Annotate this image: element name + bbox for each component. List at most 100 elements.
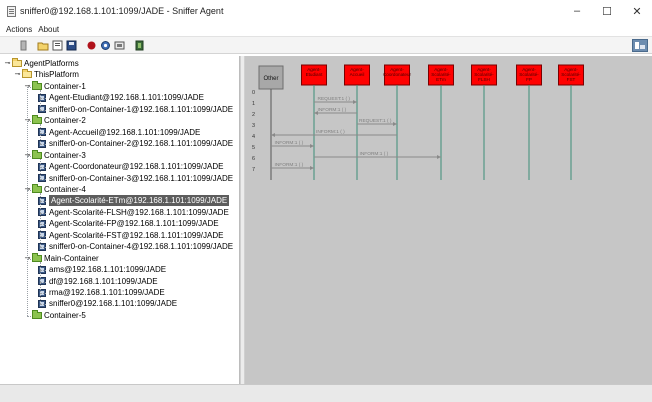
tree-node-label: Agent-Scolarité-FST@192.168.1.101:1099/J… <box>49 230 224 240</box>
tree-node-label: ams@192.168.1.101:1099/JADE <box>49 265 167 275</box>
message-label: INFORM:1 ( ) <box>275 140 304 146</box>
tree-node-label: Container-2 <box>44 116 86 126</box>
filter-icon[interactable] <box>99 39 111 51</box>
tree-agent-item[interactable]: Agent-Scolarité-ETm@192.168.1.101:1099/J… <box>38 195 230 207</box>
agent-box-label-line: Accueil <box>350 72 365 77</box>
message-row-number: 6 <box>252 156 255 162</box>
agent-box-label: Agent-Accueil <box>350 67 365 77</box>
tree-agent-item[interactable]: df@192.168.1.101:1099/JADE <box>38 276 158 287</box>
agent-box-label: Agent-Etudiant <box>306 67 324 77</box>
tree-agent-item[interactable]: sniffer0-on-Container-1@192.168.1.101:10… <box>38 104 233 115</box>
expand-handle-icon[interactable]: ⊸ <box>4 58 11 69</box>
message-label: REQUEST:1 ( ) <box>318 96 351 102</box>
message-row-number: 4 <box>252 134 255 140</box>
window-title: sniffer0@192.168.1.101:1099/JADE - Sniff… <box>20 6 224 16</box>
message-row-number: 3 <box>252 123 255 129</box>
record-icon[interactable] <box>85 39 97 51</box>
sniffer-canvas: Other Agent-Etudiant Agent-Accueil Agent-Co… <box>245 56 652 384</box>
tree-node-label: sniffer0@192.168.1.101:1099/JADE <box>49 299 178 309</box>
tree-agent-item[interactable]: sniffer0@192.168.1.101:1099/JADE <box>38 298 177 309</box>
tree-folder-item[interactable]: ⊸ AgentPlatforms <box>4 58 79 69</box>
agent-box-label-line: Etudiant <box>306 72 324 77</box>
sequence-diagram: OtherAgent-EtudiantAgent-AccueilAgent-Co… <box>252 64 584 180</box>
agent-box-label-line: FST <box>567 77 576 82</box>
tree-agent-item[interactable]: sniffer0-on-Container-4@192.168.1.101:10… <box>38 241 233 252</box>
folder-icon <box>32 183 42 193</box>
folder-icon <box>32 149 42 159</box>
message-label: REQUEST:1 ( ) <box>359 118 392 124</box>
tree-folder-item[interactable]: Container-5 <box>24 309 86 321</box>
folder-open-icon[interactable] <box>37 39 49 51</box>
close-button[interactable]: ✕ <box>622 0 652 22</box>
menu-actions[interactable]: Actions <box>6 25 32 34</box>
tree-agent-item[interactable]: Agent-Coordonateur@192.168.1.101:1099/JA… <box>38 161 223 172</box>
toolbar <box>0 36 652 54</box>
tree-node-label: Container-4 <box>44 184 86 194</box>
folder-icon <box>12 58 22 67</box>
tree-node-label: ThisPlatform <box>34 70 79 80</box>
menu-bar: Actions About <box>0 22 652 36</box>
tree-node-label: Agent-Scolarité-FP@192.168.1.101:1099/JA… <box>49 219 219 229</box>
tree-agent-item[interactable]: Agent-Etudiant@192.168.1.101:1099/JADE <box>38 92 204 103</box>
message-row-number: 0 <box>252 90 255 96</box>
tree-folder-item[interactable]: ⊸ Container-2 <box>24 115 86 126</box>
tree-node-label: sniffer0-on-Container-3@192.168.1.101:10… <box>49 173 234 183</box>
message-label: INFORM:1 ( ) <box>316 129 345 135</box>
minimize-button[interactable]: – <box>562 0 592 22</box>
tree-node-label: sniffer0-on-Container-4@192.168.1.101:10… <box>49 242 234 252</box>
tree-agent-item[interactable]: rma@192.168.1.101:1099/JADE <box>38 287 165 298</box>
tree-folder-item[interactable]: ⊸ Container-3 <box>24 149 86 161</box>
folder-icon <box>32 80 42 90</box>
save-doc-icon[interactable] <box>51 39 63 51</box>
disk-icon[interactable] <box>65 39 77 51</box>
message-icon[interactable] <box>113 39 125 51</box>
folder-icon <box>32 252 42 262</box>
tree-agent-item[interactable]: sniffer0-on-Container-3@192.168.1.101:10… <box>38 173 233 184</box>
tree-node-label: df@192.168.1.101:1099/JADE <box>49 276 158 286</box>
agent-box-label-line: Coordonateur <box>383 72 412 77</box>
tree-agent-item[interactable]: Agent-Accueil@192.168.1.101:1099/JADE <box>38 127 200 138</box>
arrow-head <box>353 100 357 104</box>
maximize-button[interactable]: ☐ <box>592 0 622 22</box>
arrow-head <box>437 155 441 159</box>
message-row-number: 2 <box>252 112 255 118</box>
tree-node-label: sniffer0-on-Container-2@192.168.1.101:10… <box>49 139 234 149</box>
tree-agent-item[interactable]: Agent-Scolarité-FLSH@192.168.1.101:1099/… <box>38 207 229 218</box>
message-label: INFORM:1 ( ) <box>318 107 347 113</box>
message-label: INFORM:1 ( ) <box>360 151 389 157</box>
tree-node-label: Agent-Etudiant@192.168.1.101:1099/JADE <box>49 93 204 103</box>
clear-icon[interactable] <box>17 39 29 51</box>
tree-node-label: Main-Container <box>44 253 99 263</box>
tree-folder-item[interactable]: ⊸ ThisPlatform <box>14 69 79 80</box>
exit-icon[interactable] <box>133 39 145 51</box>
tree-node-label: sniffer0-on-Container-1@192.168.1.101:10… <box>49 104 234 114</box>
folder-icon <box>22 69 32 79</box>
arrow-head <box>271 133 275 137</box>
tree-agent-item[interactable]: sniffer0-on-Container-2@192.168.1.101:10… <box>38 138 233 149</box>
agent-box-label-line: ETm <box>436 77 446 82</box>
window-controls: – ☐ ✕ <box>562 0 652 22</box>
arrow-head <box>310 166 314 170</box>
agent-box-label-line: FLSH <box>478 77 490 82</box>
tree-folder-item[interactable]: ⊸ Main-Container <box>24 252 99 264</box>
tree-node-label: Container-1 <box>44 81 86 91</box>
tree-agent-item[interactable]: ams@192.168.1.101:1099/JADE <box>38 264 166 275</box>
app-icon <box>7 5 16 17</box>
tree-node-label: AgentPlatforms <box>24 59 79 68</box>
tree-agent-item[interactable]: Agent-Scolarité-FST@192.168.1.101:1099/J… <box>38 230 223 241</box>
tree-node-label: Container-5 <box>44 310 86 320</box>
other-agent-label: Other <box>263 76 278 82</box>
tree-node-label: Agent-Scolarité-ETm@192.168.1.101:1099/J… <box>49 195 230 207</box>
expand-handle-icon[interactable]: ⊸ <box>14 69 21 80</box>
arrow-head <box>393 122 397 126</box>
title-bar: sniffer0@192.168.1.101:1099/JADE - Sniff… <box>0 0 652 22</box>
folder-icon <box>32 309 42 319</box>
jade-icon[interactable] <box>632 39 648 52</box>
tree-folder-item[interactable]: ⊸ Container-1 <box>24 80 86 92</box>
tree-agent-item[interactable]: Agent-Scolarité-FP@192.168.1.101:1099/JA… <box>38 218 219 229</box>
status-bar <box>0 384 652 402</box>
arrow-head <box>310 144 314 148</box>
tree-folder-item[interactable]: ⊸ Container-4 <box>24 183 86 195</box>
menu-about[interactable]: About <box>38 25 59 34</box>
message-row-number: 7 <box>252 167 255 173</box>
